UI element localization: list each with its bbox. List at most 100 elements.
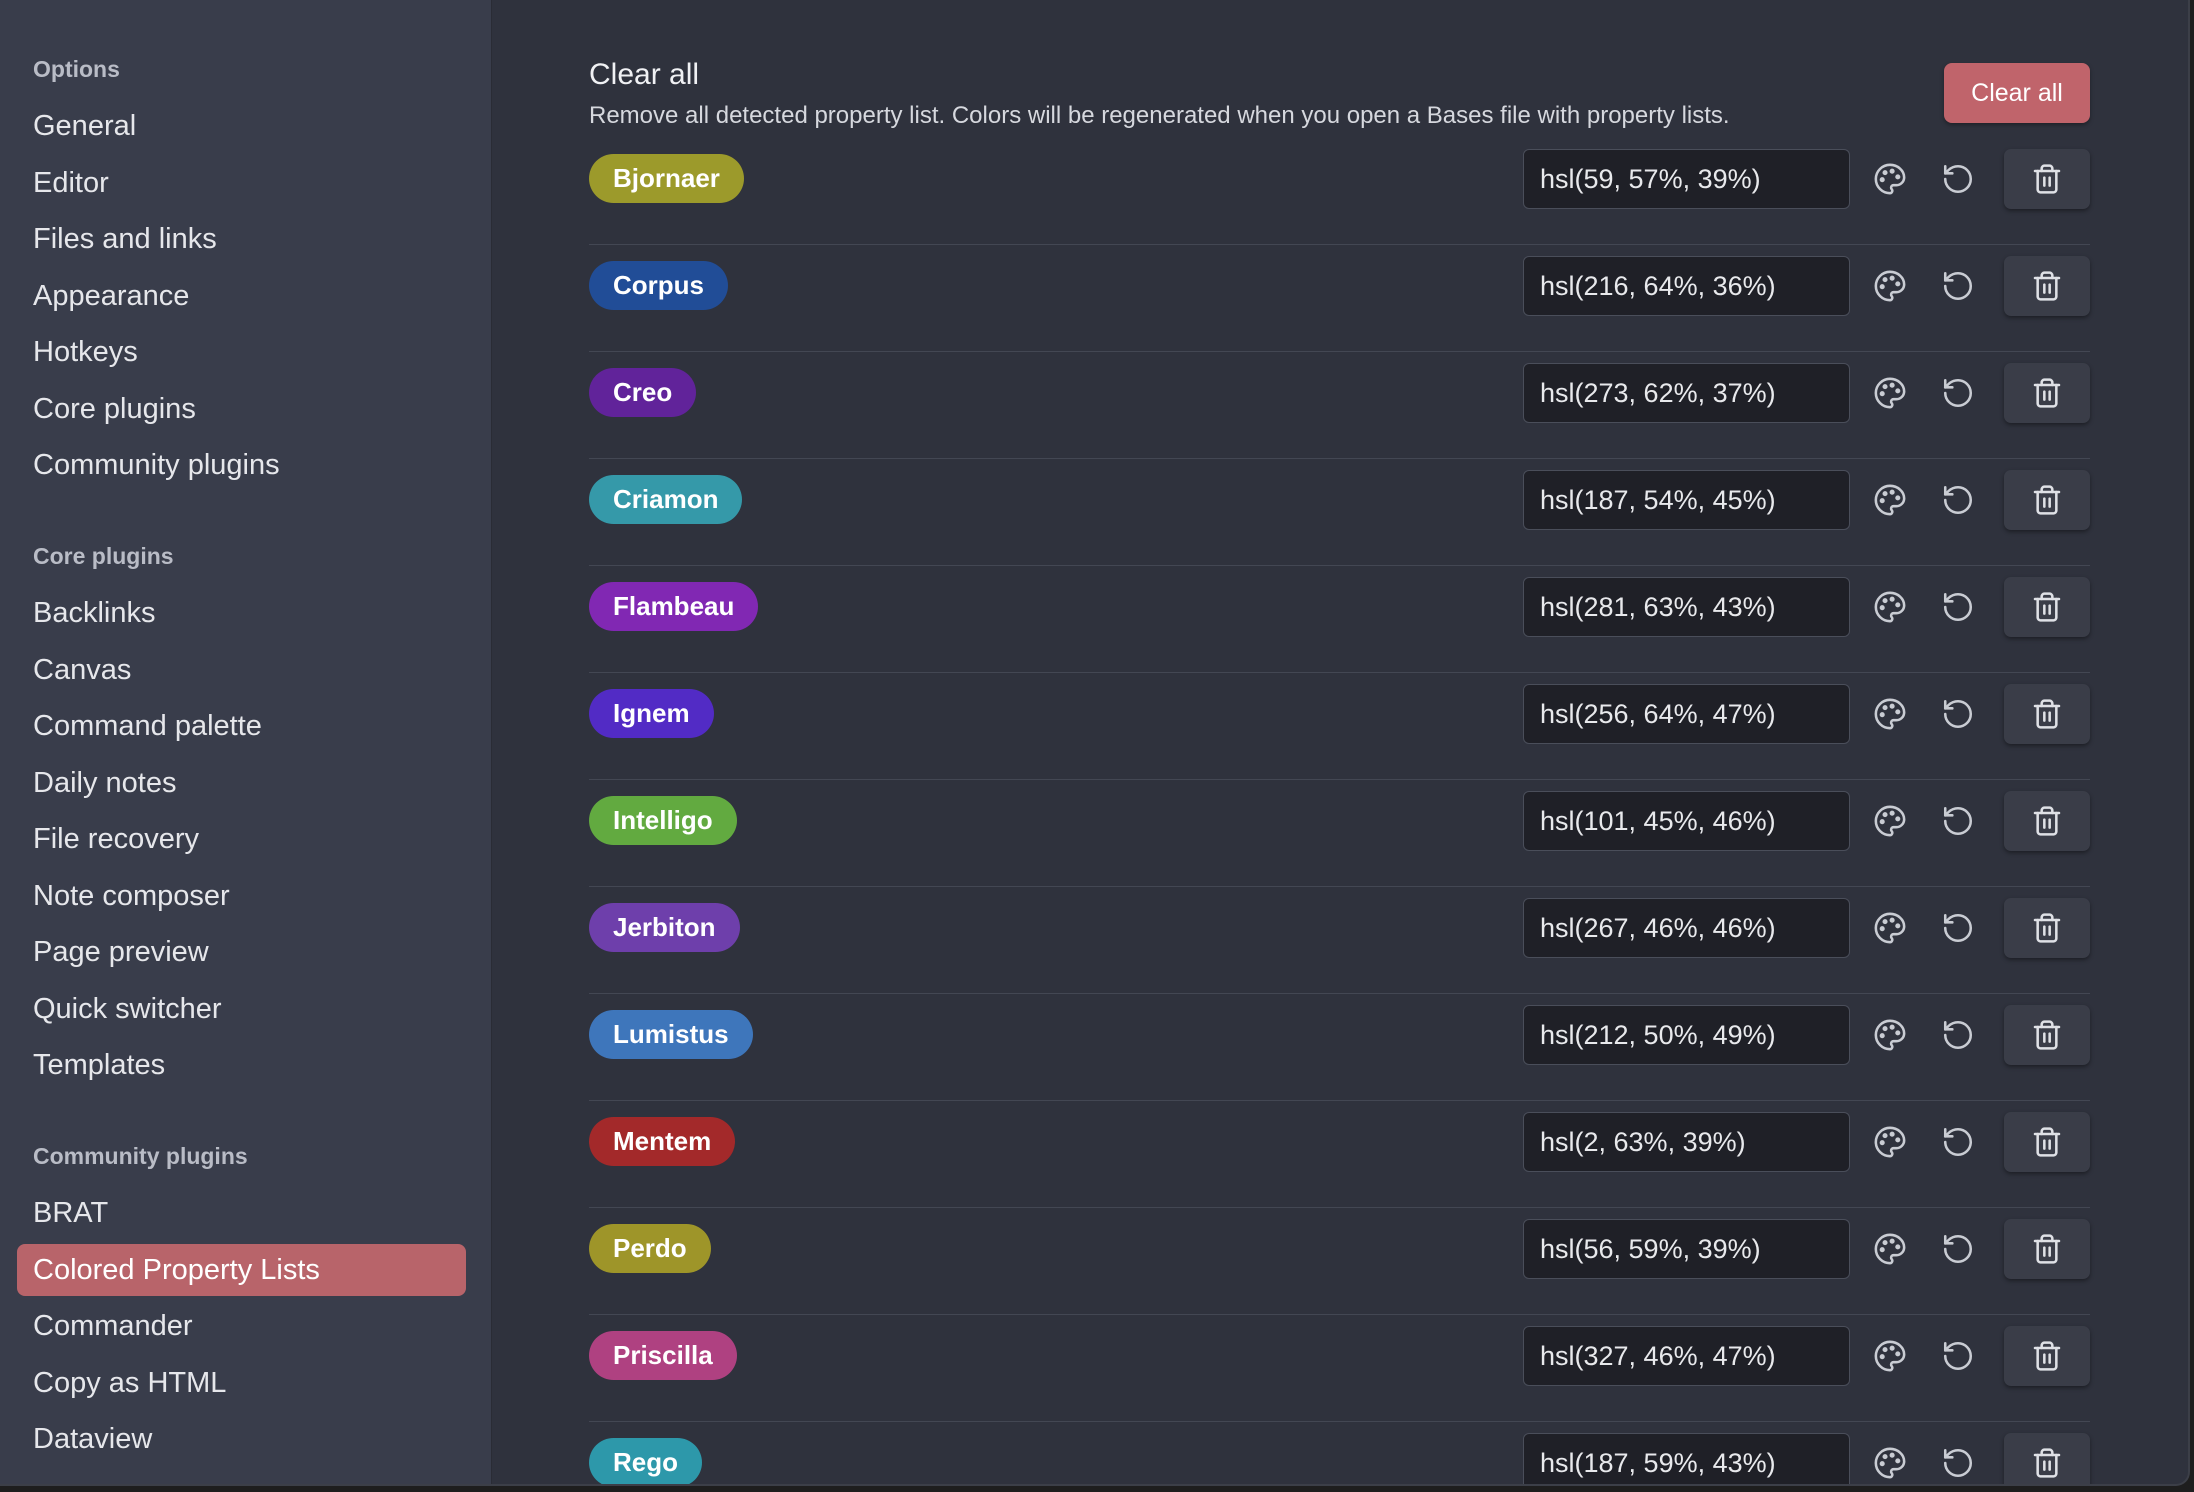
delete-property-button[interactable] (2004, 1005, 2090, 1065)
color-picker-button[interactable] (1860, 577, 1920, 637)
hsl-color-input[interactable] (1523, 1005, 1850, 1065)
sidebar-item-copy-as-html[interactable]: Copy as HTML (17, 1357, 466, 1409)
property-pill: Jerbiton (589, 903, 740, 952)
sidebar-item-command-palette[interactable]: Command palette (17, 700, 466, 752)
hsl-color-input[interactable] (1523, 577, 1850, 637)
delete-property-button[interactable] (2004, 363, 2090, 423)
palette-icon (1874, 1340, 1906, 1372)
sidebar-group: Core plugins Backlinks Canvas Command palet… (0, 543, 491, 1091)
sidebar-item-general[interactable]: General (17, 100, 466, 152)
reset-color-button[interactable] (1928, 149, 1988, 209)
sidebar-item-daily-notes[interactable]: Daily notes (17, 757, 466, 809)
hsl-color-input[interactable] (1523, 1433, 1850, 1484)
reset-color-button[interactable] (1928, 363, 1988, 423)
reset-color-button[interactable] (1928, 1326, 1988, 1386)
reset-color-button[interactable] (1928, 684, 1988, 744)
reset-color-button[interactable] (1928, 1433, 1988, 1484)
sidebar-item-canvas[interactable]: Canvas (17, 644, 466, 696)
hsl-color-input[interactable] (1523, 149, 1850, 209)
sidebar-item-page-preview[interactable]: Page preview (17, 926, 466, 978)
sidebar-item-file-recovery[interactable]: File recovery (17, 813, 466, 865)
sidebar-item-commander[interactable]: Commander (17, 1300, 466, 1352)
property-pill: Mentem (589, 1117, 736, 1166)
sidebar-item-files-and-links[interactable]: Files and links (17, 213, 466, 265)
clear-all-setting: Clear all Remove all detected property l… (589, 58, 2090, 154)
reset-color-button[interactable] (1928, 1112, 1988, 1172)
reset-color-button[interactable] (1928, 256, 1988, 316)
hsl-color-input[interactable] (1523, 1326, 1850, 1386)
delete-property-button[interactable] (2004, 577, 2090, 637)
sidebar-item-appearance[interactable]: Appearance (17, 270, 466, 322)
delete-property-button[interactable] (2004, 791, 2090, 851)
reset-color-button[interactable] (1928, 470, 1988, 530)
sidebar-heading: Core plugins (33, 543, 174, 569)
hsl-color-input[interactable] (1523, 791, 1850, 851)
reset-icon (1943, 485, 1973, 515)
reset-color-button[interactable] (1928, 577, 1988, 637)
trash-icon (2033, 1341, 2061, 1371)
property-pill: Ignem (589, 689, 714, 738)
reset-color-button[interactable] (1928, 898, 1988, 958)
delete-property-button[interactable] (2004, 898, 2090, 958)
delete-property-button[interactable] (2004, 470, 2090, 530)
color-picker-button[interactable] (1860, 1219, 1920, 1279)
hsl-color-input[interactable] (1523, 1112, 1850, 1172)
hsl-color-input[interactable] (1523, 256, 1850, 316)
sidebar-item-templates[interactable]: Templates (17, 1039, 466, 1091)
hsl-color-input[interactable] (1523, 470, 1850, 530)
property-pill: Flambeau (589, 582, 759, 631)
hsl-color-input[interactable] (1523, 684, 1850, 744)
delete-property-button[interactable] (2004, 149, 2090, 209)
color-picker-button[interactable] (1860, 256, 1920, 316)
sidebar-item-community-plugins[interactable]: Community plugins (17, 439, 466, 491)
hsl-color-input[interactable] (1523, 898, 1850, 958)
sidebar-item-note-composer[interactable]: Note composer (17, 870, 466, 922)
sidebar-item-backlinks[interactable]: Backlinks (17, 587, 466, 639)
property-pill: Corpus (589, 261, 728, 310)
color-picker-button[interactable] (1860, 898, 1920, 958)
sidebar-item-brat[interactable]: BRAT (17, 1187, 466, 1239)
sidebar-item-hotkeys[interactable]: Hotkeys (17, 326, 466, 378)
color-picker-button[interactable] (1860, 684, 1920, 744)
reset-color-button[interactable] (1928, 791, 1988, 851)
color-picker-button[interactable] (1860, 363, 1920, 423)
sidebar-item-quick-switcher[interactable]: Quick switcher (17, 983, 466, 1035)
property-list: Bjornaer hsl(59, 57%, 39%) Corpus hsl(21… (589, 149, 2090, 1484)
palette-icon (1874, 163, 1906, 195)
color-picker-button[interactable] (1860, 1326, 1920, 1386)
color-picker-button[interactable] (1860, 1433, 1920, 1484)
hsl-color-input[interactable] (1523, 1219, 1850, 1279)
delete-property-button[interactable] (2004, 684, 2090, 744)
palette-icon (1874, 484, 1906, 516)
trash-icon (2033, 1448, 2061, 1478)
property-row: Ignem (589, 673, 2090, 780)
hsl-color-input[interactable] (1523, 363, 1850, 423)
color-picker-button[interactable] (1860, 470, 1920, 530)
color-picker-button[interactable] (1860, 149, 1920, 209)
trash-icon (2033, 699, 2061, 729)
delete-property-button[interactable] (2004, 256, 2090, 316)
clear-all-button[interactable]: Clear all (1944, 63, 2090, 123)
sidebar-group: Options General Editor Files and links Appea… (0, 56, 491, 491)
color-picker-button[interactable] (1860, 1112, 1920, 1172)
color-picker-button[interactable] (1860, 1005, 1920, 1065)
palette-icon (1874, 377, 1906, 409)
palette-icon (1874, 270, 1906, 302)
reset-icon (1943, 913, 1973, 943)
sidebar-item-editor[interactable]: Editor (17, 157, 466, 209)
color-picker-button[interactable] (1860, 791, 1920, 851)
delete-property-button[interactable] (2004, 1219, 2090, 1279)
reset-color-button[interactable] (1928, 1005, 1988, 1065)
property-row: Lumistus (589, 994, 2090, 1101)
delete-property-button[interactable] (2004, 1326, 2090, 1386)
property-pill: Priscilla (589, 1331, 737, 1380)
reset-color-button[interactable] (1928, 1219, 1988, 1279)
delete-property-button[interactable] (2004, 1433, 2090, 1484)
sidebar-item-colored-property-lists[interactable]: Colored Property Lists (17, 1243, 466, 1296)
delete-property-button[interactable] (2004, 1112, 2090, 1172)
sidebar-item-dataview[interactable]: Dataview (17, 1413, 466, 1465)
sidebar-item-core-plugins[interactable]: Core plugins (17, 383, 466, 435)
palette-icon (1874, 1447, 1906, 1479)
trash-icon (2033, 1020, 2061, 1050)
trash-icon (2033, 271, 2061, 301)
